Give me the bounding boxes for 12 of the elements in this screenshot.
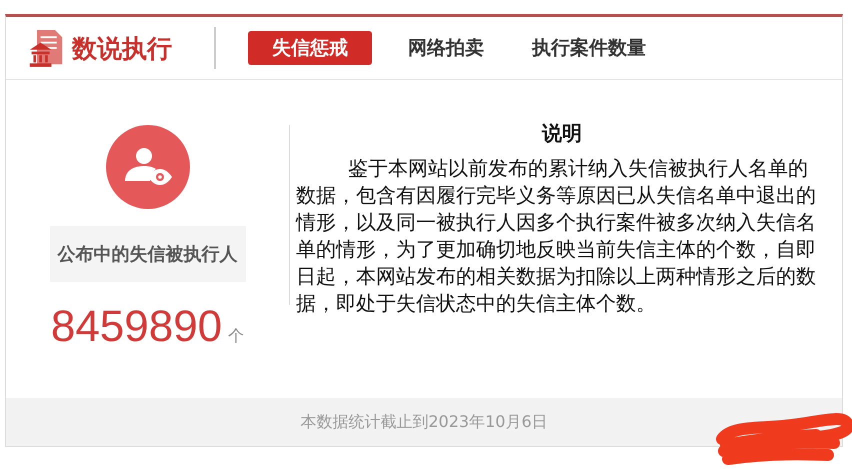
stat-value: 8459890 xyxy=(50,302,222,352)
note-title: 说明 xyxy=(540,120,583,147)
stat-unit: 个 xyxy=(228,326,244,347)
note-paragraph: 鉴于本网站以前发布的累计纳入失信被执行人名单的数据，包含有因履行完毕义务等原因已从失信名单中退出的情形，以及同一被执行人因多个执行案件被多次纳入失信名单的情形，为了更加确切地反映当前失信主体的个数，自即日起，本网站发布的相关数据为扣除以上两种情形之后的数据，即处于失信状态中的失信主体个数。 xyxy=(296,155,817,317)
nav-tab[interactable]: 网络拍卖 xyxy=(396,31,496,65)
document-building-icon xyxy=(28,28,64,68)
person-eye-icon xyxy=(106,125,190,209)
site-title: 数说执行 xyxy=(72,32,172,64)
footer-date-note: 本数据统计截止到2023年10月6日 xyxy=(300,412,548,432)
nav-tab[interactable]: 失信惩戒 xyxy=(248,31,372,65)
stat-label: 公布中的失信被执行人 xyxy=(50,226,246,282)
nav-tab[interactable]: 执行案件数量 xyxy=(520,31,658,65)
